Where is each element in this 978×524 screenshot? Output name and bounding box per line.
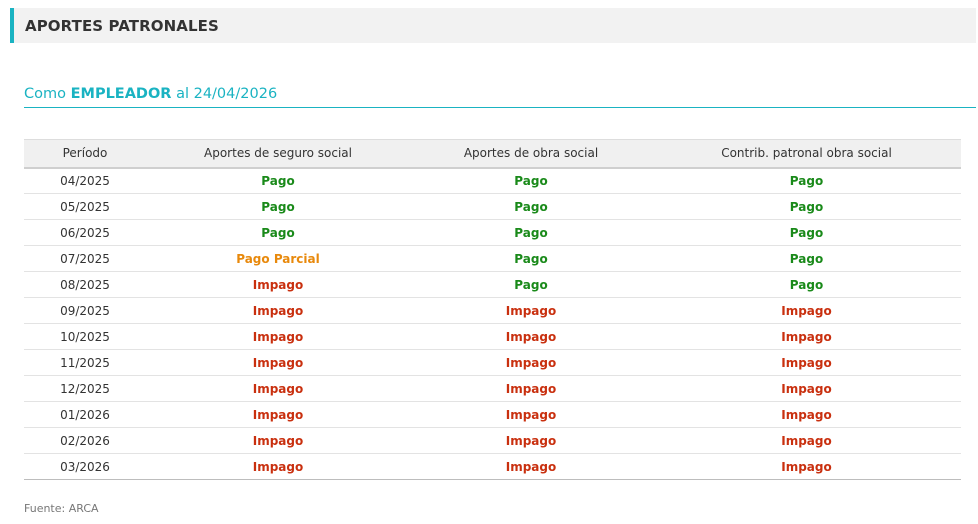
status-contrib-patronal: Pago xyxy=(652,193,961,220)
table-row: 04/2025 Pago Pago Pago xyxy=(24,167,961,194)
status-contrib-patronal: Impago xyxy=(652,375,961,402)
status-seguro-social: Pago xyxy=(146,167,410,194)
row-period: 06/2025 xyxy=(24,219,146,246)
row-period: 12/2025 xyxy=(24,375,146,402)
row-period: 08/2025 xyxy=(24,271,146,298)
status-contrib-patronal: Pago xyxy=(652,219,961,246)
table-row: 06/2025 Pago Pago Pago xyxy=(24,219,961,246)
row-period: 09/2025 xyxy=(24,297,146,324)
status-obra-social: Impago xyxy=(410,297,652,324)
header-contrib-patronal: Contrib. patronal obra social xyxy=(652,139,961,169)
status-obra-social: Pago xyxy=(410,219,652,246)
subtitle-prefix: Como xyxy=(24,86,71,102)
subtitle-role: EMPLEADOR xyxy=(70,86,172,102)
status-seguro-social: Impago xyxy=(146,427,410,454)
row-period: 02/2026 xyxy=(24,427,146,454)
row-period: 04/2025 xyxy=(24,167,146,194)
status-seguro-social: Impago xyxy=(146,271,410,298)
row-period: 07/2025 xyxy=(24,245,146,272)
subtitle-divider xyxy=(24,107,976,108)
status-seguro-social: Impago xyxy=(146,401,410,428)
row-period: 11/2025 xyxy=(24,349,146,376)
status-seguro-social: Impago xyxy=(146,375,410,402)
row-period: 05/2025 xyxy=(24,193,146,220)
section-title: APORTES PATRONALES xyxy=(25,17,219,35)
status-contrib-patronal: Impago xyxy=(652,453,961,480)
status-contrib-patronal: Pago xyxy=(652,245,961,272)
table-row: 08/2025 Impago Pago Pago xyxy=(24,271,961,298)
status-obra-social: Pago xyxy=(410,167,652,194)
status-seguro-social: Impago xyxy=(146,349,410,376)
section-header: APORTES PATRONALES xyxy=(10,8,976,43)
status-obra-social: Impago xyxy=(410,375,652,402)
table-row: 01/2026 Impago Impago Impago xyxy=(24,401,961,428)
table-row: 09/2025 Impago Impago Impago xyxy=(24,297,961,324)
table-row: 11/2025 Impago Impago Impago xyxy=(24,349,961,376)
table-row: 03/2026 Impago Impago Impago xyxy=(24,453,961,480)
row-period: 10/2025 xyxy=(24,323,146,350)
status-obra-social: Impago xyxy=(410,323,652,350)
employer-subtitle: Como EMPLEADOR al 24/04/2026 xyxy=(24,86,277,102)
table-row: 10/2025 Impago Impago Impago xyxy=(24,323,961,350)
status-seguro-social: Impago xyxy=(146,323,410,350)
source-note: Fuente: ARCA xyxy=(24,502,99,515)
header-periodo: Período xyxy=(24,139,146,169)
status-seguro-social: Impago xyxy=(146,297,410,324)
row-period: 01/2026 xyxy=(24,401,146,428)
status-obra-social: Impago xyxy=(410,427,652,454)
status-seguro-social: Pago xyxy=(146,219,410,246)
status-seguro-social: Impago xyxy=(146,453,410,480)
status-contrib-patronal: Pago xyxy=(652,167,961,194)
subtitle-date: al 24/04/2026 xyxy=(171,86,278,102)
status-contrib-patronal: Pago xyxy=(652,271,961,298)
status-obra-social: Impago xyxy=(410,453,652,480)
table-row: 12/2025 Impago Impago Impago xyxy=(24,375,961,402)
status-obra-social: Pago xyxy=(410,193,652,220)
status-seguro-social: Pago xyxy=(146,193,410,220)
row-period: 03/2026 xyxy=(24,453,146,480)
table-row: 05/2025 Pago Pago Pago xyxy=(24,193,961,220)
status-contrib-patronal: Impago xyxy=(652,427,961,454)
contributions-table: Período Aportes de seguro social Aportes… xyxy=(24,139,961,480)
status-contrib-patronal: Impago xyxy=(652,323,961,350)
status-obra-social: Impago xyxy=(410,401,652,428)
header-seguro-social: Aportes de seguro social xyxy=(146,139,410,169)
status-seguro-social: Pago Parcial xyxy=(146,245,410,272)
status-obra-social: Pago xyxy=(410,271,652,298)
table-row: 02/2026 Impago Impago Impago xyxy=(24,427,961,454)
table-row: 07/2025 Pago Parcial Pago Pago xyxy=(24,245,961,272)
status-contrib-patronal: Impago xyxy=(652,349,961,376)
table-header-row: Período Aportes de seguro social Aportes… xyxy=(24,139,961,169)
header-obra-social: Aportes de obra social xyxy=(410,139,652,169)
status-contrib-patronal: Impago xyxy=(652,297,961,324)
status-obra-social: Impago xyxy=(410,349,652,376)
status-contrib-patronal: Impago xyxy=(652,401,961,428)
status-obra-social: Pago xyxy=(410,245,652,272)
